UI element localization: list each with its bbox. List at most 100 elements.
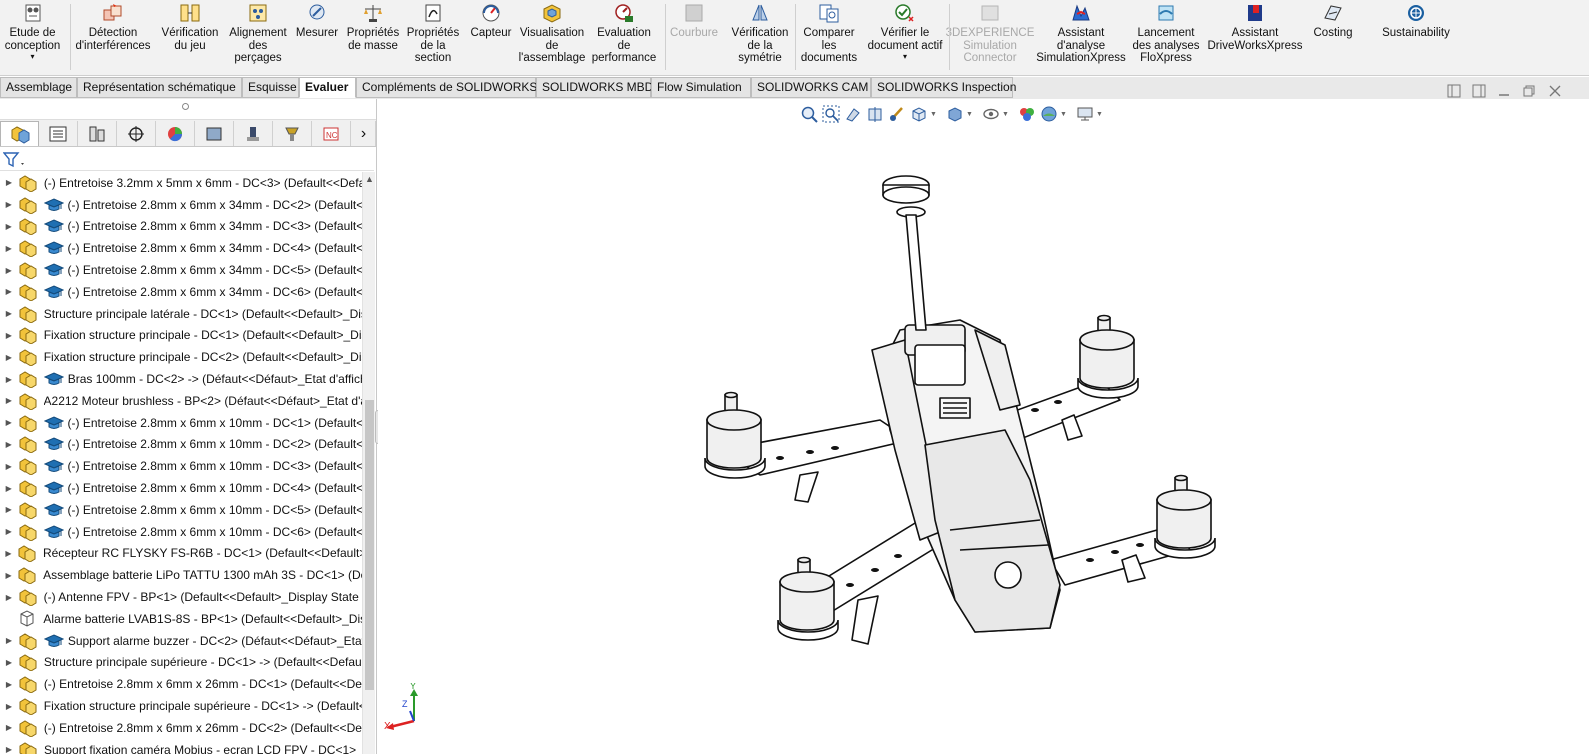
verifier-button[interactable]: Vérifier le document actif ▾ [864,2,946,62]
panel-grip-icon[interactable] [182,103,189,110]
expand-arrow-icon[interactable]: ▶ [0,353,18,362]
tab-assemblage[interactable]: Assemblage [0,77,77,98]
expand-arrow-icon[interactable]: ▶ [0,200,18,209]
tree-item[interactable]: ▶ (-) Entretoise 2.8mm x 6mm x 34mm - DC<… [0,259,362,281]
tree-item[interactable]: ▶ (-) Entretoise 2.8mm x 6mm x 10mm - DC<… [0,521,362,543]
scroll-up-icon[interactable]: ▲ [365,174,374,184]
tile-left-icon[interactable] [1447,84,1461,98]
tab-esquisse[interactable]: Esquisse [242,77,299,98]
expand-arrow-icon[interactable]: ▶ [0,331,18,340]
display-manager-icon[interactable] [156,121,195,146]
view-triad[interactable]: X Y Z [380,683,430,733]
dwx-button[interactable]: Assistant DriveWorksXpress [1205,2,1305,52]
tree-item[interactable]: ▶ Fixation structure principale - DC<1> (… [0,325,362,347]
costing-button[interactable]: Costing [1311,2,1355,40]
expand-arrow-icon[interactable]: ▶ [0,396,18,405]
expand-arrow-icon[interactable]: ▶ [0,309,18,318]
etude-button[interactable]: Etude de conception ▾ [0,2,65,62]
propertymanager-icon[interactable] [39,121,78,146]
section-button[interactable]: Propriétés de la section [404,2,462,65]
tree-item[interactable]: ▶ (-) Entretoise 2.8mm x 6mm x 34mm - DC<… [0,281,362,303]
section-view-icon[interactable] [864,104,886,124]
filter-icon[interactable] [2,151,27,172]
masse-button[interactable]: Propriétés de masse [345,2,401,52]
exp3d-button[interactable]: 3DEXPERIENCE Simulation Connector [946,2,1034,65]
expand-arrow-icon[interactable]: ▶ [0,375,18,384]
percages-button[interactable]: Alignement des perçages [226,2,290,65]
chevron-down-icon[interactable]: ▼ [1096,111,1104,118]
cam-feature-icon[interactable] [195,121,234,146]
expand-arrow-icon[interactable]: ▶ [0,178,18,187]
jeu-button[interactable]: Vérification du jeu [157,2,223,52]
expand-arrow-icon[interactable]: ▶ [0,244,18,253]
graphics-area[interactable]: X Y Z [378,99,1589,754]
tree-item[interactable]: ▶ Structure principale supérieure - DC<1>… [0,652,362,674]
chevron-down-icon[interactable]: ▼ [1002,111,1010,118]
apply-scene-icon[interactable] [1038,104,1060,124]
dynamic-annotation-icon[interactable] [886,104,908,124]
expand-arrow-icon[interactable]: ▶ [0,527,18,536]
tree-item[interactable]: ▶ Support fixation caméra Mobius - ecran … [0,739,362,754]
capteur-button[interactable]: Capteur [468,2,514,40]
restore-icon[interactable] [1522,84,1536,98]
tab-solidworks-mbd[interactable]: SOLIDWORKS MBD [536,77,653,98]
expand-arrow-icon[interactable]: ▶ [0,549,17,558]
tree-item[interactable]: ▶ Structure principale latérale - DC<1> (… [0,303,362,325]
tree-item[interactable]: ▶ (-) Entretoise 2.8mm x 6mm x 10mm - DC<… [0,412,362,434]
perf-button[interactable]: Evaluation de performance [591,2,657,65]
tree-item[interactable]: ▶ (-) Entretoise 2.8mm x 6mm x 26mm - DC<… [0,673,362,695]
tree-item[interactable]: ▶ (-) Entretoise 2.8mm x 6mm x 34mm - DC<… [0,194,362,216]
previous-view-icon[interactable] [842,104,864,124]
chevron-down-icon[interactable]: ▾ [903,52,907,62]
tab-compl-ments-de-solidworks[interactable]: Compléments de SOLIDWORKS [356,77,537,98]
tab-solidworks-cam[interactable]: SOLIDWORKS CAM [751,77,871,98]
courbure-button[interactable]: Courbure [665,2,723,40]
expand-arrow-icon[interactable]: ▶ [0,222,18,231]
tab-flow-simulation[interactable]: Flow Simulation [651,77,751,98]
simx-button[interactable]: Assistant d'analyse SimulationXpress [1036,2,1126,65]
tree-item[interactable]: ▶ (-) Entretoise 2.8mm x 6mm x 26mm - DC<… [0,717,362,739]
tree-item[interactable]: ▶ (-) Entretoise 3.2mm x 5mm x 6mm - DC<3… [0,172,362,194]
expand-arrow-icon[interactable]: ▶ [0,462,18,471]
expand-arrow-icon[interactable]: ▶ [0,266,18,275]
expand-arrow-icon[interactable]: ▶ [0,593,18,602]
chevron-down-icon[interactable]: ▾ [30,52,34,62]
flox-button[interactable]: Lancement des analyses FloXpress [1132,2,1200,65]
tree-item[interactable]: ▶ Assemblage batterie LiPo TATTU 1300 mAh… [0,564,362,586]
tree-item[interactable]: ▶ (-) Entretoise 2.8mm x 6mm x 34mm - DC<… [0,216,362,238]
chevron-down-icon[interactable]: ▼ [1060,111,1068,118]
tab-evaluer[interactable]: Evaluer [299,77,356,98]
expand-arrow-icon[interactable]: ▶ [0,745,18,754]
tile-right-icon[interactable] [1472,84,1486,98]
edit-appearance-icon[interactable] [1016,104,1038,124]
expand-arrow-icon[interactable]: ▶ [0,702,18,711]
tree-item[interactable]: ▶ (-) Entretoise 2.8mm x 6mm x 34mm - DC<… [0,237,362,259]
expand-arrow-icon[interactable]: ▶ [0,440,18,449]
visu-button[interactable]: Visualisation de l'assemblage [518,2,586,65]
view-settings-icon[interactable] [1074,104,1096,124]
tree-item[interactable]: ▶ A2212 Moteur brushless - BP<2> (Défaut<… [0,390,362,412]
cam-tool-icon[interactable] [273,121,312,146]
cam-nc-icon[interactable]: NC [312,121,351,146]
tree-item[interactable]: ▶ Récepteur RC FLYSKY FS-R6B - DC<1> (Def… [0,543,362,565]
configurationmanager-icon[interactable] [78,121,117,146]
display-style-icon[interactable] [944,104,966,124]
comparer-button[interactable]: Comparer les documents [799,2,859,65]
tree-item[interactable]: ▶ Fixation structure principale supérieur… [0,695,362,717]
tree-item[interactable]: ▶ Support alarme buzzer - DC<2> (Défaut<<… [0,630,362,652]
dimxpert-icon[interactable] [117,121,156,146]
scrollbar-thumb[interactable] [365,400,374,690]
tree-item[interactable]: ▶ (-) Entretoise 2.8mm x 6mm x 10mm - DC<… [0,455,362,477]
cam-operation-icon[interactable] [234,121,273,146]
tab-repr-sentation-sch-matique[interactable]: Représentation schématique [77,77,242,98]
expand-arrow-icon[interactable]: ▶ [0,484,18,493]
chevron-right-icon[interactable]: › [352,121,376,146]
mesurer-button[interactable]: Mesurer [293,2,341,40]
tree-item[interactable]: ▶ (-) Entretoise 2.8mm x 6mm x 10mm - DC<… [0,477,362,499]
sustain-button[interactable]: Sustainability [1374,2,1458,40]
close-icon[interactable] [1548,84,1562,98]
tree-item[interactable]: ▶ (-) Entretoise 2.8mm x 6mm x 10mm - DC<… [0,499,362,521]
chevron-down-icon[interactable]: ▼ [966,111,974,118]
symetrie-button[interactable]: Vérification de la symétrie [728,2,792,65]
expand-arrow-icon[interactable]: ▶ [0,418,18,427]
